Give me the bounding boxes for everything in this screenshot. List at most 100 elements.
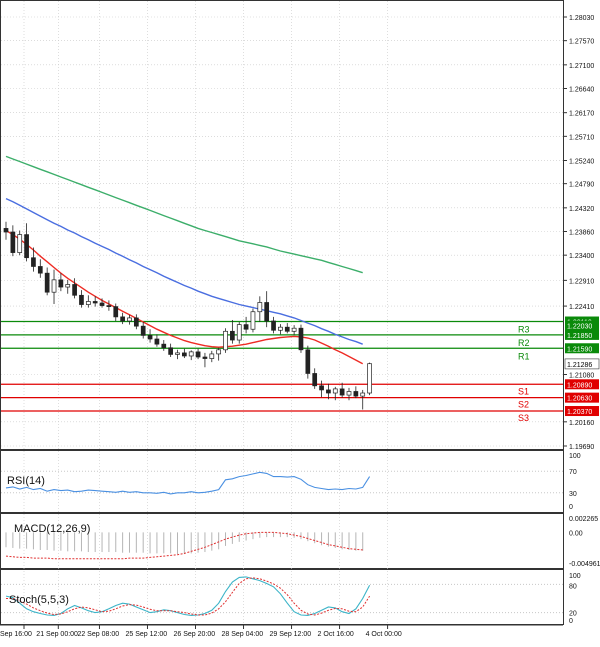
candle-body [339, 388, 345, 396]
level-price-label: 1.20890 [567, 382, 592, 389]
candle-body [291, 327, 297, 332]
candle-body [92, 301, 98, 304]
current-price-label: 1.21286 [567, 362, 592, 369]
price-tick-label: 1.25240 [569, 159, 594, 166]
candle-body [195, 351, 201, 358]
candle-body [31, 257, 36, 267]
candle-body [326, 389, 331, 394]
price-tick-label: 1.27100 [569, 63, 594, 70]
candle-body [44, 272, 50, 293]
stoch-tick-label: 0 [569, 618, 573, 625]
time-tick-label: 2 Oct 16:00 [318, 631, 354, 638]
price-tick-label: 1.23860 [569, 230, 594, 237]
candle-body [332, 388, 338, 394]
time-axis: Sep 16:00 21 Sep 00:00 22 Sep 08:00 25 Sep … [0, 624, 563, 638]
candle-body [278, 326, 283, 331]
candle-body [243, 324, 249, 330]
price-tick-label: 1.19690 [569, 444, 594, 451]
stoch-panel-frame [0, 569, 564, 625]
candle-body [17, 234, 23, 253]
candle-body [298, 327, 304, 351]
candle-body [202, 356, 208, 359]
level-name-s3: S3 [518, 413, 529, 423]
candle-body [106, 305, 112, 307]
candle-body [154, 338, 160, 345]
candle-body [175, 352, 180, 355]
candle-body [305, 349, 311, 374]
rsi-tick-label: 100 [569, 453, 581, 460]
rsi-panel-frame [0, 450, 564, 513]
candle-body [140, 325, 146, 336]
candle-body [127, 317, 132, 322]
time-tick-label: 25 Sep 12:00 [125, 631, 167, 638]
candle-body [312, 373, 318, 387]
price-tick-label: 1.24790 [569, 182, 594, 189]
price-tick-label: 1.22910 [569, 278, 594, 285]
macd-panel-frame [0, 513, 564, 569]
macd-tick-label: -0.004961 [569, 561, 600, 568]
main-panel-frame [0, 0, 564, 450]
candle-body [236, 324, 242, 341]
candle-body [65, 284, 71, 288]
macd-tick-label: 0.00 [569, 530, 583, 537]
candle-body [161, 343, 167, 349]
candle-body [188, 351, 194, 357]
chart-canvas: R31.22110R21.21850R11.21590S11.20890S21.… [0, 0, 600, 638]
candle-body [223, 330, 228, 351]
price-tick-label: 1.21080 [569, 373, 594, 380]
candle-body [257, 302, 263, 313]
candle-body [99, 302, 105, 306]
candle-body [367, 363, 372, 394]
stoch-tick-label: 20 [569, 611, 577, 618]
extra-price-label: 1.22030 [567, 324, 592, 331]
time-tick-label: 4 Oct 00:00 [366, 631, 402, 638]
macd-tick-label: 0.002265 [569, 516, 598, 523]
time-tick-label: 28 Sep 04:00 [222, 631, 264, 638]
time-tick-label: 21 Sep 00:00 [36, 631, 78, 638]
stoch-title: Stoch(5,5,3) [9, 594, 69, 606]
price-tick-label: 1.26170 [569, 111, 594, 118]
price-tick-label: 1.25710 [569, 134, 594, 141]
candle-body [250, 311, 256, 330]
candle-body [120, 316, 125, 322]
candle-body [284, 326, 290, 332]
candle-body [360, 392, 366, 397]
forex-chart: R31.22110R21.21850R11.21590S11.20890S21.… [0, 0, 600, 642]
level-price-label: 1.20630 [567, 396, 592, 403]
level-price-label: 1.21590 [567, 346, 592, 353]
price-tick-label: 1.23400 [569, 253, 594, 260]
time-tick-label: 26 Sep 20:00 [174, 631, 216, 638]
level-name-s1: S1 [518, 386, 529, 396]
rsi-tick-label: 30 [569, 491, 577, 498]
level-name-r3: R3 [518, 325, 530, 335]
candle-body [24, 234, 29, 259]
rsi-tick-label: 0 [569, 504, 573, 511]
candle-body [58, 279, 64, 288]
candle-body [271, 320, 276, 331]
time-tick-label: Sep 16:00 [0, 631, 32, 638]
rsi-tick-label: 70 [569, 469, 577, 476]
candle-body [3, 228, 9, 233]
candle-body [182, 352, 187, 357]
level-price-label: 1.20370 [567, 409, 592, 416]
stoch-tick-label: 80 [569, 583, 577, 590]
price-tick-label: 1.27570 [569, 39, 594, 46]
candle-body [319, 385, 324, 391]
level-name-r1: R1 [518, 351, 530, 361]
level-name-s2: S2 [518, 400, 529, 410]
price-tick-label: 1.22410 [569, 304, 594, 311]
candle-body [10, 231, 16, 253]
price-tick-label: 1.24320 [569, 206, 594, 213]
candle-body [51, 279, 57, 293]
price-tick-label: 1.28030 [569, 15, 594, 22]
candle-body [168, 347, 173, 355]
candle-body [230, 330, 235, 341]
candle-body [113, 306, 119, 318]
rsi-title: RSI(14) [7, 475, 45, 487]
candle-body [147, 335, 153, 340]
candle-body [79, 294, 84, 305]
candle-body [85, 301, 91, 305]
price-tick-label: 1.20160 [569, 420, 594, 427]
candle-body [264, 302, 270, 322]
candle-body [216, 349, 222, 355]
